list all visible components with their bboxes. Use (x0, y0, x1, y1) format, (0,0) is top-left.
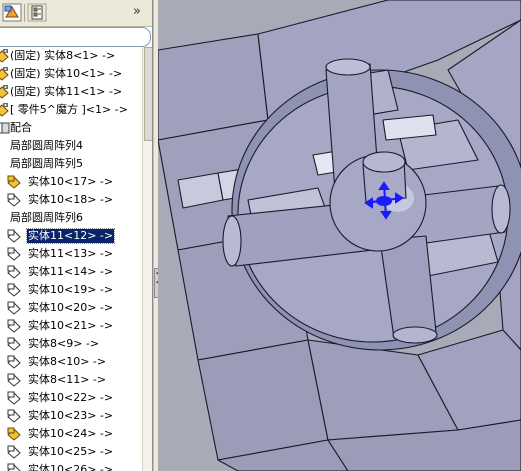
tree-item[interactable]: 实体10<25> -> (0, 443, 152, 461)
tree-item[interactable]: 实体11<13> -> (0, 245, 152, 263)
tree-item[interactable]: 配合 (0, 119, 152, 137)
tree-item-label: 实体10<20> -> (28, 301, 114, 314)
tree-item-label: 实体8<10> -> (28, 355, 107, 368)
tree-item[interactable]: 实体10<26> -> (0, 461, 152, 471)
model-view[interactable] (158, 0, 521, 471)
tree-item[interactable]: 局部圆周阵列6 (0, 209, 152, 227)
tree-item-label: 实体11<13> -> (28, 247, 114, 260)
feature-manager-panel: » (固定) 实体8<1> -> (固定) 实体10<1> -> (固定) 实体11… (0, 0, 153, 471)
part-icon-outline (6, 462, 22, 471)
tree-item-label: 实体10<23> -> (28, 409, 114, 422)
tree-item-label: 实体11<14> -> (28, 265, 114, 278)
tree-item-label: [ 零件5^魔方 ]<1> -> (10, 103, 128, 116)
cylinder-bottom-end (392, 326, 438, 344)
tree-item-label: 实体10<18> -> (28, 193, 114, 206)
tree-item-label: 实体10<26> -> (28, 463, 114, 471)
cavity-face (382, 114, 437, 141)
model-block[interactable] (158, 0, 521, 471)
tree-item[interactable]: 实体10<17> -> (0, 173, 152, 191)
cylinder-top-end (325, 58, 371, 76)
tree-item[interactable]: 实体10<19> -> (0, 281, 152, 299)
cylinder-left-end (222, 215, 242, 267)
tree-item-label: 实体11<12> -> (25, 228, 116, 244)
tree-item[interactable]: 实体11<14> -> (0, 263, 152, 281)
tree-item[interactable]: (固定) 实体8<1> -> (0, 47, 152, 65)
tree-item[interactable]: 局部圆周阵列5 (0, 155, 152, 173)
property-manager-icon[interactable] (27, 3, 47, 22)
tree-item-label: (固定) 实体11<1> -> (10, 85, 123, 98)
tree-item[interactable]: 实体10<22> -> (0, 389, 152, 407)
collapse-panel-icon[interactable]: » (133, 4, 141, 19)
tree-item-label: 实体10<24> -> (28, 427, 114, 440)
tree-item-label: 实体8<11> -> (28, 373, 107, 386)
tree-filter-input[interactable] (0, 27, 151, 47)
toolbar-separator (24, 4, 25, 22)
feature-manager-icon[interactable] (2, 3, 22, 22)
block-face (197, 339, 329, 461)
tree-item-label: 实体10<19> -> (28, 283, 114, 296)
tree-item-label: 实体8<9> -> (28, 337, 100, 350)
tree-item[interactable]: 实体10<18> -> (0, 191, 152, 209)
tree-item-label: 实体10<22> -> (28, 391, 114, 404)
tree-item[interactable]: 实体8<11> -> (0, 371, 152, 389)
tree-item-label: 局部圆周阵列4 (10, 139, 83, 152)
tree-item-label: (固定) 实体10<1> -> (10, 67, 123, 80)
cylinder-right-end (491, 184, 511, 234)
tree-item[interactable]: 实体8<10> -> (0, 353, 152, 371)
tree-item[interactable]: 实体8<9> -> (0, 335, 152, 353)
tree-item[interactable]: [ 零件5^魔方 ]<1> -> (0, 101, 152, 119)
graphics-viewport[interactable] (158, 0, 521, 471)
panel-toolbar: » (0, 0, 152, 27)
tree-scrollbar-thumb[interactable] (144, 47, 152, 141)
tree-item-label: (固定) 实体8<1> -> (10, 49, 116, 62)
tree-item[interactable]: 实体11<12> -> (0, 227, 152, 245)
tree-item[interactable]: 实体10<21> -> (0, 317, 152, 335)
tree-item[interactable]: 局部圆周阵列4 (0, 137, 152, 155)
tree-item[interactable]: 实体10<23> -> (0, 407, 152, 425)
tree-item[interactable]: 实体10<20> -> (0, 299, 152, 317)
feature-tree: (固定) 实体8<1> -> (固定) 实体10<1> -> (固定) 实体11<1… (0, 47, 152, 471)
tree-item[interactable]: (固定) 实体11<1> -> (0, 83, 152, 101)
center-post-top (362, 151, 406, 173)
tree-item[interactable]: (固定) 实体10<1> -> (0, 65, 152, 83)
tree-item-label: 实体10<25> -> (28, 445, 114, 458)
tree-item-label: 实体10<21> -> (28, 319, 114, 332)
tree-item-label: 局部圆周阵列5 (10, 157, 83, 170)
tree-item-label: 局部圆周阵列6 (10, 211, 83, 224)
tree-item-label: 实体10<17> -> (28, 175, 114, 188)
tree-item-label: 配合 (10, 121, 32, 134)
tree-scrollbar[interactable] (142, 47, 152, 471)
tree-item[interactable]: 实体10<24> -> (0, 425, 152, 443)
